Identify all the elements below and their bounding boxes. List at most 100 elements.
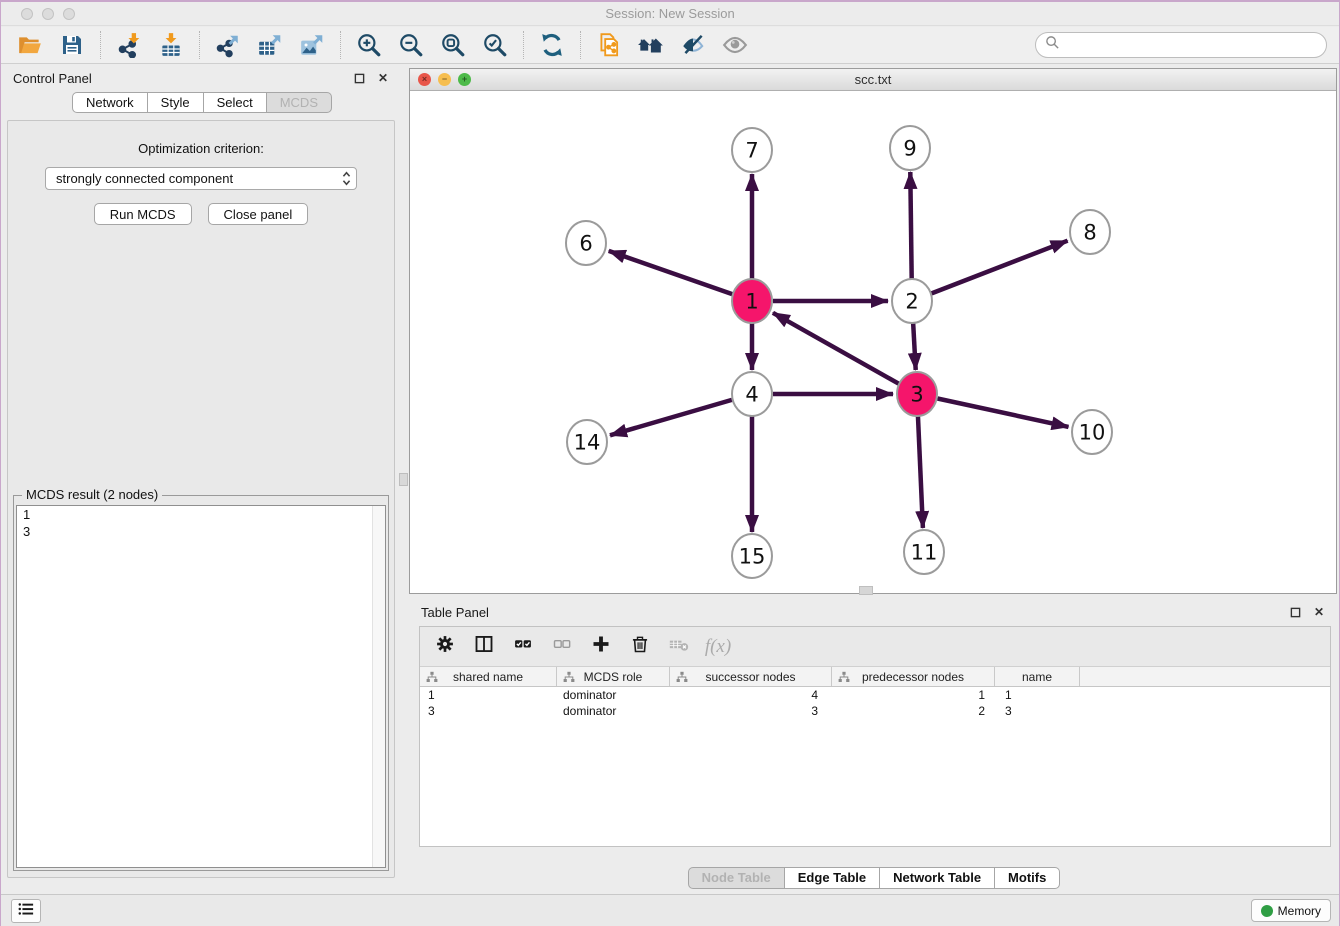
zoom-out-button[interactable]	[390, 29, 432, 61]
search-box[interactable]	[1035, 32, 1327, 58]
import-network-icon	[116, 32, 142, 58]
close-panel-icon[interactable]: ✕	[375, 71, 391, 85]
cell-predecessor-nodes[interactable]: 2	[832, 703, 995, 719]
column-header-predecessor-nodes[interactable]: predecessor nodes	[832, 667, 995, 686]
deselect-all-button[interactable]	[547, 633, 577, 661]
cell-mcds-role[interactable]: dominator	[557, 687, 670, 703]
column-header-mcds-role[interactable]: MCDS role	[557, 667, 670, 686]
zoom-fit-icon	[440, 32, 466, 58]
control-panel: Control Panel ✕ Network Style Select MCD…	[1, 64, 403, 894]
graph-node-label: 15	[739, 545, 766, 569]
import-table-button[interactable]	[150, 29, 192, 61]
network-window-titlebar[interactable]: × − + scc.txt	[410, 69, 1336, 91]
cell-shared-name[interactable]: 3	[420, 703, 557, 719]
result-scrollbar[interactable]	[372, 506, 385, 867]
show-panels-button[interactable]	[11, 899, 41, 923]
column-header-successor-nodes[interactable]: successor nodes	[670, 667, 832, 686]
graph-node-label: 3	[910, 383, 923, 407]
graph-edge-2-3[interactable]	[913, 322, 916, 370]
delete-columns-button[interactable]	[625, 633, 655, 661]
add-column-button[interactable]	[586, 633, 616, 661]
column-header-shared-name[interactable]: shared name	[420, 667, 557, 686]
table-row[interactable]: 1 dominator 4 1 1	[420, 687, 1330, 703]
mcds-result-list[interactable]: 1 3	[16, 505, 386, 868]
toolbar-separator	[199, 31, 200, 59]
open-folder-icon	[17, 32, 43, 58]
zoom-selected-button[interactable]	[474, 29, 516, 61]
show-columns-button[interactable]	[469, 633, 499, 661]
select-all-button[interactable]	[508, 633, 538, 661]
import-network-button[interactable]	[108, 29, 150, 61]
graph-edge-4-14[interactable]	[610, 400, 732, 435]
cell-mcds-role[interactable]: dominator	[557, 703, 670, 719]
cell-predecessor-nodes[interactable]: 1	[832, 687, 995, 703]
tab-mcds[interactable]: MCDS	[266, 92, 332, 113]
tab-network-table[interactable]: Network Table	[879, 867, 995, 889]
node-table-container: f(x) shared name MCDS role successor nod…	[419, 626, 1331, 847]
hide-graphics-details-button[interactable]	[672, 29, 714, 61]
float-panel-icon[interactable]	[1287, 605, 1303, 619]
function-builder-button[interactable]: f(x)	[703, 633, 733, 661]
new-network-from-selection-button[interactable]	[588, 29, 630, 61]
tab-motifs[interactable]: Motifs	[994, 867, 1060, 889]
criterion-dropdown[interactable]: strongly connected component	[45, 167, 357, 190]
open-session-button[interactable]	[9, 29, 51, 61]
table-panel-title: Table Panel	[421, 605, 489, 620]
float-panel-icon[interactable]	[351, 71, 367, 85]
search-input[interactable]	[1065, 38, 1317, 53]
delete-table-button[interactable]	[664, 633, 694, 661]
minimize-window-button[interactable]	[42, 8, 54, 20]
graph-edge-3-10[interactable]	[938, 399, 1069, 427]
cell-shared-name[interactable]: 1	[420, 687, 557, 703]
network-graph[interactable]: 1234678910111415	[410, 92, 1336, 593]
birds-eye-view-button[interactable]	[714, 29, 756, 61]
export-image-icon	[299, 32, 325, 58]
tab-style[interactable]: Style	[147, 92, 204, 113]
minimize-view-button[interactable]: −	[438, 73, 451, 86]
window-title: Session: New Session	[1, 2, 1339, 25]
cell-successor-nodes[interactable]: 3	[670, 703, 832, 719]
table-mode-button[interactable]	[430, 633, 460, 661]
graph-edge-1-6[interactable]	[609, 251, 733, 294]
cell-successor-nodes[interactable]: 4	[670, 687, 832, 703]
table-tabs: Node Table Edge Table Network Table Moti…	[409, 867, 1339, 889]
close-window-button[interactable]	[21, 8, 33, 20]
network-view-window: × − + scc.txt 1234678910111415	[409, 68, 1337, 594]
run-mcds-button[interactable]: Run MCDS	[94, 203, 192, 225]
export-network-button[interactable]	[207, 29, 249, 61]
graph-edge-2-8[interactable]	[932, 241, 1068, 294]
save-session-button[interactable]	[51, 29, 93, 61]
graph-edge-3-1[interactable]	[773, 313, 899, 384]
tab-edge-table[interactable]: Edge Table	[784, 867, 880, 889]
horizontal-splitter-handle[interactable]	[859, 586, 873, 595]
home-button[interactable]	[630, 29, 672, 61]
zoom-in-icon	[356, 32, 382, 58]
close-panel-button[interactable]: Close panel	[208, 203, 309, 225]
graph-edge-3-11[interactable]	[918, 415, 923, 528]
network-canvas[interactable]: 1234678910111415	[410, 92, 1336, 593]
tab-select[interactable]: Select	[203, 92, 267, 113]
cell-name[interactable]: 1	[995, 687, 1080, 703]
export-table-button[interactable]	[249, 29, 291, 61]
close-view-button[interactable]: ×	[418, 73, 431, 86]
tab-network[interactable]: Network	[72, 92, 148, 113]
apply-layout-button[interactable]	[531, 29, 573, 61]
save-floppy-icon	[60, 33, 84, 57]
mcds-result-group: MCDS result (2 nodes) 1 3	[13, 495, 389, 871]
export-image-button[interactable]	[291, 29, 333, 61]
memory-button[interactable]: Memory	[1251, 899, 1331, 922]
table-row[interactable]: 3 dominator 3 2 3	[420, 703, 1330, 719]
export-table-icon	[257, 32, 283, 58]
maximize-view-button[interactable]: +	[458, 73, 471, 86]
close-panel-icon[interactable]: ✕	[1311, 605, 1327, 619]
panel-divider-handle[interactable]	[399, 473, 408, 486]
zoom-in-button[interactable]	[348, 29, 390, 61]
tab-node-table[interactable]: Node Table	[688, 867, 785, 889]
table-panel: Table Panel ✕	[409, 598, 1339, 894]
toolbar-separator	[340, 31, 341, 59]
graph-edge-2-9[interactable]	[910, 172, 911, 280]
maximize-window-button[interactable]	[63, 8, 75, 20]
zoom-fit-button[interactable]	[432, 29, 474, 61]
column-header-name[interactable]: name	[995, 667, 1080, 686]
cell-name[interactable]: 3	[995, 703, 1080, 719]
